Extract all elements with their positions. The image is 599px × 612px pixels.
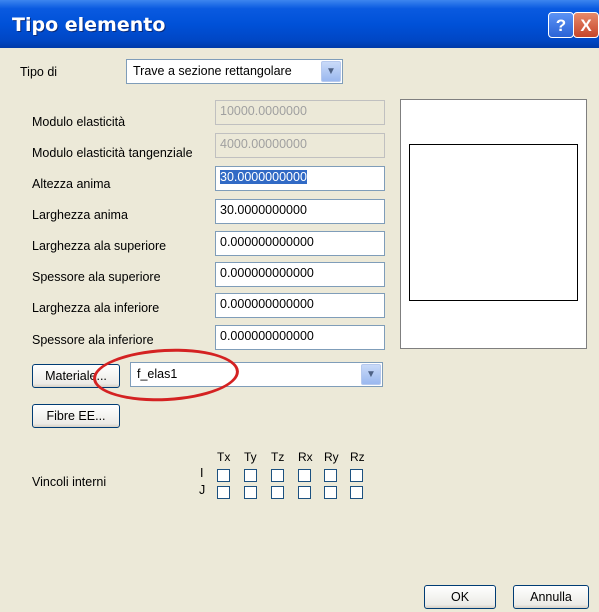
ok-button[interactable]: OK (424, 585, 496, 609)
checkbox-i-tz[interactable] (271, 469, 284, 482)
checkbox-j-tz[interactable] (271, 486, 284, 499)
field-label: Larghezza ala inferiore (32, 301, 160, 315)
cancel-button[interactable]: Annulla (513, 585, 589, 609)
spessore-ala-superiore-field[interactable]: 0.000000000000 (215, 262, 385, 287)
field-label: Larghezza ala superiore (32, 239, 167, 253)
tipo-dropdown[interactable]: Trave a sezione rettangolare ▼ (126, 59, 343, 84)
column-header: Ry (324, 450, 339, 464)
column-header: Rz (350, 450, 365, 464)
checkbox-j-ry[interactable] (324, 486, 337, 499)
checkbox-i-ry[interactable] (324, 469, 337, 482)
tipo-value: Trave a sezione rettangolare (133, 64, 292, 78)
field-label: Modulo elasticità (32, 115, 126, 129)
checkbox-j-tx[interactable] (217, 486, 230, 499)
larghezza-ala-superiore-field[interactable]: 0.000000000000 (215, 231, 385, 256)
checkbox-i-tx[interactable] (217, 469, 230, 482)
section-preview (400, 99, 587, 349)
modulo-tangenziale-field[interactable]: 4000.00000000 (215, 133, 385, 158)
checkbox-j-rz[interactable] (350, 486, 363, 499)
larghezza-ala-inferiore-field[interactable]: 0.000000000000 (215, 293, 385, 318)
tipo-label: Tipo di (20, 65, 58, 79)
altezza-anima-field[interactable]: 30.0000000000 (215, 166, 385, 191)
checkbox-i-rz[interactable] (350, 469, 363, 482)
checkbox-i-rx[interactable] (298, 469, 311, 482)
field-label: Spessore ala superiore (32, 270, 161, 284)
window-title: Tipo elemento (12, 14, 166, 36)
selected-value: 30.0000000000 (220, 170, 307, 184)
column-header: Ty (244, 450, 257, 464)
checkbox-j-rx[interactable] (298, 486, 311, 499)
annotation-ellipse (91, 345, 241, 405)
column-header: Tz (271, 450, 285, 464)
close-icon[interactable]: X (573, 12, 599, 38)
chevron-down-icon[interactable]: ▼ (321, 61, 341, 82)
checkbox-i-ty[interactable] (244, 469, 257, 482)
spessore-ala-inferiore-field[interactable]: 0.000000000000 (215, 325, 385, 350)
title-bar[interactable]: Tipo elemento ? X (0, 0, 599, 48)
modulo-elasticita-field[interactable]: 10000.0000000 (215, 100, 385, 125)
help-icon[interactable]: ? (548, 12, 574, 38)
section-rectangle (409, 144, 578, 301)
row-label: J (199, 483, 206, 497)
field-label: Modulo elasticità tangenziale (32, 146, 193, 160)
column-header: Rx (298, 450, 313, 464)
dialog-window: Tipo elemento ? X Tipo di Trave a sezion… (0, 0, 599, 612)
column-header: Tx (217, 450, 231, 464)
row-label: I (200, 466, 204, 480)
larghezza-anima-field[interactable]: 30.0000000000 (215, 199, 385, 224)
vincoli-label: Vincoli interni (32, 475, 107, 489)
field-label: Spessore ala inferiore (32, 333, 154, 347)
field-label: Altezza anima (32, 177, 111, 191)
checkbox-j-ty[interactable] (244, 486, 257, 499)
fibre-button[interactable]: Fibre EE... (32, 404, 120, 428)
field-label: Larghezza anima (32, 208, 128, 222)
chevron-down-icon[interactable]: ▼ (361, 364, 381, 385)
